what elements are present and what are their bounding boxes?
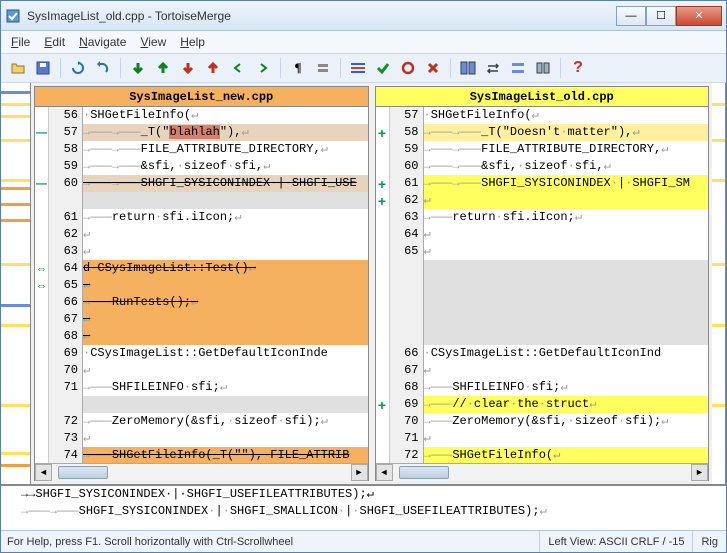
code-line[interactable]: →———→———&sfi,·sizeof·sfi,↵ xyxy=(424,158,709,175)
toolbar: ¶ ? xyxy=(1,53,726,83)
undo-icon[interactable] xyxy=(92,57,114,79)
bottom-diff-pane[interactable]: →→SHGFI_SYSICONINDEX·|·SHGFI_USEFILEATTR… xyxy=(1,484,726,530)
nav-prev-inline-icon[interactable] xyxy=(227,57,249,79)
code-line[interactable]: →———→———SHGFI_SYSICONINDEX·|·SHGFI_USE xyxy=(83,175,368,192)
status-help: For Help, press F1. Scroll horizontally … xyxy=(1,536,539,548)
settings-icon[interactable] xyxy=(532,57,554,79)
menu-file[interactable]: File xyxy=(11,35,30,49)
two-pane-icon[interactable] xyxy=(457,57,479,79)
open-icon[interactable] xyxy=(7,57,29,79)
nav-prev-conflict-icon[interactable] xyxy=(202,57,224,79)
left-pane-header: SysImageList_new.cpp xyxy=(35,87,368,107)
code-line[interactable]: ↵ xyxy=(83,226,368,243)
code-line[interactable]: ↵ xyxy=(424,430,709,447)
save-icon[interactable] xyxy=(32,57,54,79)
code-line[interactable]: →———→———_T("blahlah"),↵ xyxy=(83,124,368,141)
code-line[interactable]: ↵ xyxy=(83,243,368,260)
overview-right[interactable] xyxy=(712,83,726,484)
code-line[interactable] xyxy=(424,260,709,277)
code-line[interactable]: ↵ xyxy=(83,328,368,345)
code-line[interactable]: ·SHGetFileInfo(↵ xyxy=(83,107,368,124)
menubar: File Edit Navigate View Help xyxy=(1,31,726,53)
show-whitespace-icon[interactable]: ¶ xyxy=(287,57,309,79)
code-line[interactable]: →———→———_T("Doesn't·matter"),↵ xyxy=(424,124,709,141)
code-line[interactable] xyxy=(83,396,368,413)
code-line[interactable]: ↵ xyxy=(83,362,368,379)
code-line[interactable]: →———SHGetFileInfo(↵ xyxy=(424,447,709,463)
help-icon[interactable]: ? xyxy=(567,57,589,79)
reject-block-icon[interactable] xyxy=(422,57,444,79)
code-line[interactable]: →———RunTests();↵ xyxy=(83,294,368,311)
left-pane: SysImageList_new.cpp ——⇔⇔ 56575859606162… xyxy=(34,86,369,481)
nav-prev-diff-icon[interactable] xyxy=(152,57,174,79)
overview-left[interactable] xyxy=(1,83,31,484)
menu-view[interactable]: View xyxy=(140,35,166,49)
main-area: SysImageList_new.cpp ——⇔⇔ 56575859606162… xyxy=(1,83,726,484)
close-button[interactable]: ✕ xyxy=(676,6,722,26)
code-line[interactable]: →———→———&sfi,·sizeof·sfi,↵ xyxy=(83,158,368,175)
left-hscroll[interactable]: ◄► xyxy=(35,463,368,480)
code-line[interactable] xyxy=(424,294,709,311)
code-line[interactable] xyxy=(424,328,709,345)
right-code[interactable]: ·SHGetFileInfo(↵→———→———_T("Doesn't·matt… xyxy=(424,107,709,463)
code-line[interactable] xyxy=(424,277,709,294)
left-code[interactable]: ·SHGetFileInfo(↵→———→———_T("blahlah"),↵→… xyxy=(83,107,368,463)
nav-next-inline-icon[interactable] xyxy=(252,57,274,79)
code-line[interactable]: →———//·clear·the·struct↵ xyxy=(424,396,709,413)
code-line[interactable]: →———→———FILE_ATTRIBUTE_DIRECTORY,↵ xyxy=(83,141,368,158)
collapse-icon[interactable] xyxy=(507,57,529,79)
code-line[interactable]: →———return·sfi.iIcon;↵ xyxy=(424,209,709,226)
menu-help[interactable]: Help xyxy=(180,35,205,49)
code-line[interactable]: ↵ xyxy=(424,226,709,243)
menu-edit[interactable]: Edit xyxy=(44,35,65,49)
code-line[interactable]: →———ZeroMemory(&sfi,·sizeof·sfi);↵ xyxy=(424,413,709,430)
status-view: Left View: ASCII CRLF / -15 xyxy=(539,531,692,552)
minimize-button[interactable]: — xyxy=(616,6,646,26)
nav-next-conflict-icon[interactable] xyxy=(177,57,199,79)
status-right: Rig xyxy=(692,531,726,552)
menu-navigate[interactable]: Navigate xyxy=(79,35,126,49)
code-line[interactable]: ↵ xyxy=(83,277,368,294)
titlebar[interactable]: SysImageList_old.cpp - TortoiseMerge — ☐… xyxy=(1,1,726,31)
code-line[interactable]: ↵ xyxy=(83,311,368,328)
mark-resolved-icon[interactable] xyxy=(372,57,394,79)
code-line[interactable]: →———SHFILEINFO·sfi;↵ xyxy=(424,379,709,396)
app-icon xyxy=(5,8,21,24)
code-line[interactable]: →———SHFILEINFO·sfi;↵ xyxy=(83,379,368,396)
maximize-button[interactable]: ☐ xyxy=(646,6,676,26)
whitespace-compare-icon[interactable] xyxy=(312,57,334,79)
code-line[interactable]: ·SHGetFileInfo(↵ xyxy=(424,107,709,124)
code-line[interactable] xyxy=(424,311,709,328)
inline-diff-icon[interactable] xyxy=(347,57,369,79)
code-line[interactable] xyxy=(83,192,368,209)
right-pane: SysImageList_old.cpp ++++ 57585960616263… xyxy=(375,86,710,481)
bottom-line-1: →→SHGFI_SYSICONINDEX·|·SHGFI_USEFILEATTR… xyxy=(1,486,726,503)
bottom-line-2: →———→———SHGFI_SYSICONINDEX·|·SHGFI_SMALL… xyxy=(1,503,726,520)
code-line[interactable]: →———→———FILE_ATTRIBUTE_DIRECTORY,↵ xyxy=(424,141,709,158)
right-pane-header: SysImageList_old.cpp xyxy=(376,87,709,107)
code-line[interactable]: ↵ xyxy=(83,430,368,447)
use-block-icon[interactable] xyxy=(397,57,419,79)
code-line[interactable]: →———ZeroMemory(&sfi,·sizeof·sfi);↵ xyxy=(83,413,368,430)
window-title: SysImageList_old.cpp - TortoiseMerge xyxy=(27,9,616,23)
switch-view-icon[interactable] xyxy=(482,57,504,79)
statusbar: For Help, press F1. Scroll horizontally … xyxy=(1,530,726,552)
code-line[interactable]: ·CSysImageList::GetDefaultIconInd xyxy=(424,345,709,362)
code-line[interactable]: →———SHGetFileInfo(_T(""),·FILE_ATTRIB xyxy=(83,447,368,463)
nav-next-diff-icon[interactable] xyxy=(127,57,149,79)
code-line[interactable]: d·CSysImageList::Test()↵ xyxy=(83,260,368,277)
code-line[interactable]: ↵ xyxy=(424,192,709,209)
reload-icon[interactable] xyxy=(67,57,89,79)
code-line[interactable]: ·CSysImageList::GetDefaultIconInde xyxy=(83,345,368,362)
right-hscroll[interactable]: ◄► xyxy=(376,463,709,480)
code-line[interactable]: ↵ xyxy=(424,243,709,260)
code-line[interactable]: →———→———SHGFI_SYSICONINDEX·|·SHGFI_SM xyxy=(424,175,709,192)
code-line[interactable]: ↵ xyxy=(424,362,709,379)
code-line[interactable]: →———return·sfi.iIcon;↵ xyxy=(83,209,368,226)
